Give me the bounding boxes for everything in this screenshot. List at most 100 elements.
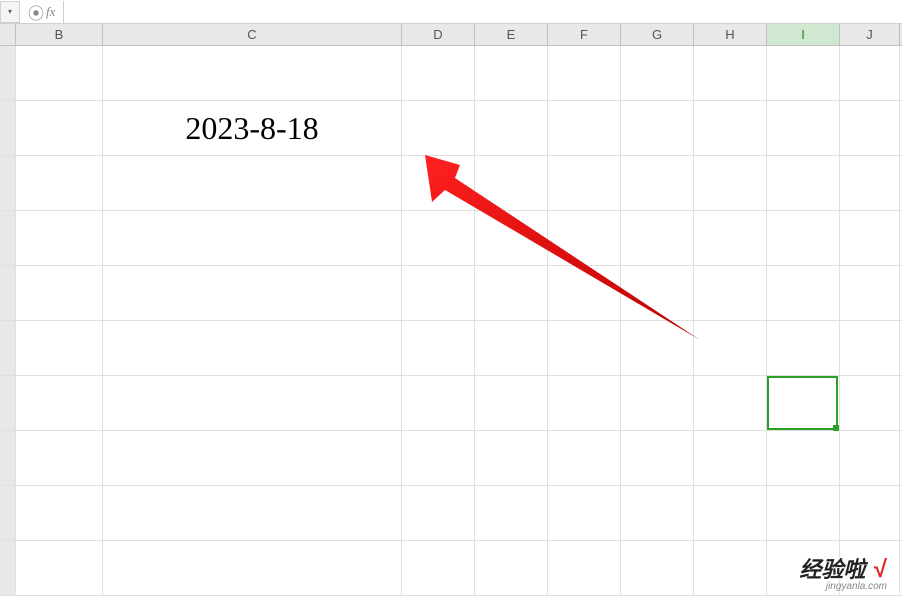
cell[interactable]: [16, 46, 103, 100]
cell[interactable]: [402, 486, 475, 540]
table-row[interactable]: [0, 156, 902, 211]
cell[interactable]: [16, 376, 103, 430]
cell[interactable]: [767, 101, 840, 155]
cell[interactable]: [840, 46, 900, 100]
cell[interactable]: [103, 156, 402, 210]
cell[interactable]: [767, 321, 840, 375]
cell[interactable]: [548, 266, 621, 320]
cell[interactable]: [767, 156, 840, 210]
cell[interactable]: [16, 541, 103, 595]
cell[interactable]: [475, 376, 548, 430]
cell[interactable]: [548, 46, 621, 100]
cell[interactable]: [548, 541, 621, 595]
row-header[interactable]: [0, 541, 16, 595]
cell[interactable]: [402, 266, 475, 320]
cell[interactable]: [694, 156, 767, 210]
cell[interactable]: [402, 211, 475, 265]
spreadsheet-grid[interactable]: 2023-8-18: [0, 46, 902, 596]
cell[interactable]: [103, 321, 402, 375]
cell[interactable]: [402, 431, 475, 485]
cell[interactable]: [548, 101, 621, 155]
cell[interactable]: [694, 101, 767, 155]
cell[interactable]: [16, 211, 103, 265]
row-header[interactable]: [0, 156, 16, 210]
formula-input[interactable]: [63, 1, 902, 23]
cell[interactable]: [103, 211, 402, 265]
row-header[interactable]: [0, 266, 16, 320]
cell[interactable]: [16, 431, 103, 485]
cell[interactable]: [548, 211, 621, 265]
cell[interactable]: [475, 156, 548, 210]
cell[interactable]: [840, 486, 900, 540]
cell-with-date[interactable]: 2023-8-18: [103, 101, 402, 155]
corner-cell[interactable]: [0, 24, 16, 45]
cell[interactable]: [475, 266, 548, 320]
table-row[interactable]: [0, 266, 902, 321]
cell[interactable]: [475, 321, 548, 375]
row-header[interactable]: [0, 46, 16, 100]
col-header-C[interactable]: C: [103, 24, 402, 45]
cell[interactable]: [402, 101, 475, 155]
cell[interactable]: [840, 156, 900, 210]
cell[interactable]: [621, 266, 694, 320]
table-row[interactable]: [0, 431, 902, 486]
cell[interactable]: [475, 541, 548, 595]
cell[interactable]: [548, 486, 621, 540]
cell[interactable]: [103, 46, 402, 100]
cell[interactable]: [475, 46, 548, 100]
cell[interactable]: [840, 211, 900, 265]
cell[interactable]: [694, 541, 767, 595]
col-header-G[interactable]: G: [621, 24, 694, 45]
cell[interactable]: [840, 266, 900, 320]
cell[interactable]: [16, 266, 103, 320]
cell[interactable]: [402, 46, 475, 100]
row-header[interactable]: [0, 376, 16, 430]
cell[interactable]: [475, 211, 548, 265]
cell[interactable]: [694, 376, 767, 430]
table-row[interactable]: [0, 46, 902, 101]
table-row[interactable]: [0, 541, 902, 596]
row-header[interactable]: [0, 431, 16, 485]
cell[interactable]: [767, 211, 840, 265]
cell[interactable]: [767, 266, 840, 320]
cell[interactable]: [621, 321, 694, 375]
cell[interactable]: [694, 431, 767, 485]
cell[interactable]: [621, 211, 694, 265]
row-header[interactable]: [0, 101, 16, 155]
name-box-dropdown[interactable]: ▾: [0, 1, 20, 23]
cell[interactable]: [694, 46, 767, 100]
cell[interactable]: [621, 101, 694, 155]
cell[interactable]: [767, 46, 840, 100]
col-header-E[interactable]: E: [475, 24, 548, 45]
col-header-F[interactable]: F: [548, 24, 621, 45]
cell[interactable]: [16, 156, 103, 210]
col-header-I[interactable]: I: [767, 24, 840, 45]
cell[interactable]: [694, 266, 767, 320]
table-row[interactable]: [0, 211, 902, 266]
col-header-B[interactable]: B: [16, 24, 103, 45]
cell[interactable]: [402, 156, 475, 210]
cell[interactable]: [767, 431, 840, 485]
cell[interactable]: [548, 156, 621, 210]
table-row[interactable]: 2023-8-18: [0, 101, 902, 156]
cell[interactable]: [621, 376, 694, 430]
cell[interactable]: [475, 486, 548, 540]
cell[interactable]: [840, 321, 900, 375]
cell[interactable]: [694, 321, 767, 375]
cell[interactable]: [103, 376, 402, 430]
cell[interactable]: [840, 101, 900, 155]
table-row[interactable]: [0, 376, 902, 431]
cell[interactable]: [621, 431, 694, 485]
zoom-icon[interactable]: ⦿: [28, 0, 44, 24]
col-header-H[interactable]: H: [694, 24, 767, 45]
cell[interactable]: [402, 541, 475, 595]
cell[interactable]: [767, 376, 840, 430]
cell[interactable]: [402, 321, 475, 375]
cell[interactable]: [16, 101, 103, 155]
cell[interactable]: [103, 486, 402, 540]
cell[interactable]: [694, 486, 767, 540]
cell[interactable]: [103, 266, 402, 320]
cell[interactable]: [548, 376, 621, 430]
cell[interactable]: [103, 431, 402, 485]
cell[interactable]: [621, 486, 694, 540]
